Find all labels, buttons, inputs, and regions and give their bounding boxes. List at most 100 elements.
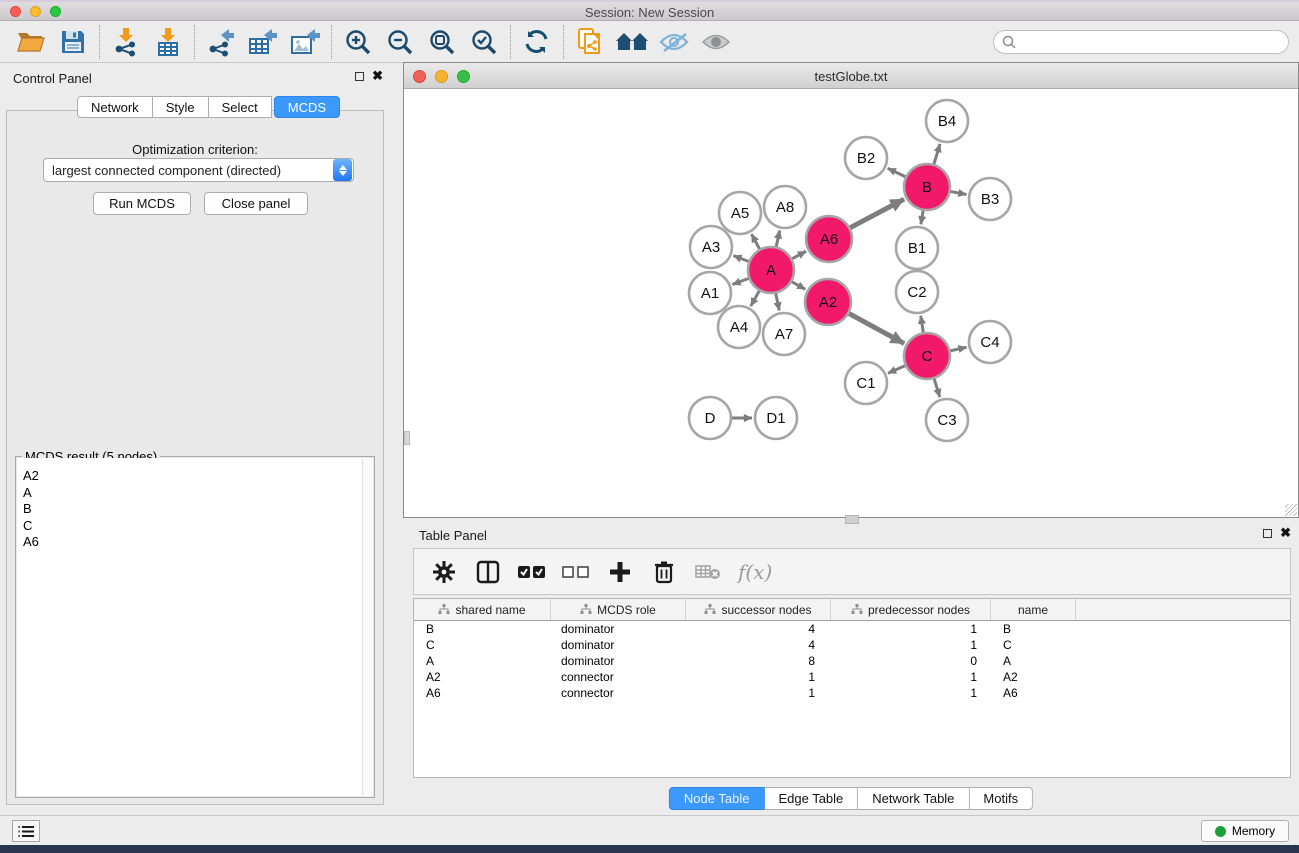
node-B1[interactable]: B1 <box>896 227 938 269</box>
delete-table-icon[interactable] <box>690 554 726 590</box>
table-row[interactable]: A6connector11A6 <box>414 685 1290 701</box>
node-B3[interactable]: B3 <box>969 178 1011 220</box>
table-cell[interactable]: dominator <box>551 621 686 637</box>
table-cell[interactable]: A <box>414 653 551 669</box>
tab-motifs[interactable]: Motifs <box>969 787 1033 810</box>
edge-A-A8[interactable] <box>776 230 780 247</box>
search-input[interactable] <box>1021 35 1280 49</box>
table-cell[interactable]: A <box>991 653 1076 669</box>
column-header-successor-nodes[interactable]: successor nodes <box>686 599 831 620</box>
table-cell[interactable]: 0 <box>831 653 991 669</box>
table-cell[interactable]: 4 <box>686 637 831 653</box>
column-header-shared-name[interactable]: shared name <box>414 599 551 620</box>
table-cell[interactable]: 1 <box>686 669 831 685</box>
table-cell[interactable]: dominator <box>551 637 686 653</box>
result-scrollbar[interactable] <box>362 459 372 795</box>
tab-network[interactable]: Network <box>77 96 153 118</box>
table-row[interactable]: Adominator80A <box>414 653 1290 669</box>
zoom-fit-icon[interactable] <box>421 24 463 60</box>
zoom-selected-icon[interactable] <box>463 24 505 60</box>
table-cell[interactable]: connector <box>551 685 686 701</box>
network-window-titlebar[interactable]: testGlobe.txt <box>404 63 1298 89</box>
table-cell[interactable]: A6 <box>414 685 551 701</box>
node-C2[interactable]: C2 <box>896 271 938 313</box>
tab-node-table[interactable]: Node Table <box>669 787 765 810</box>
network-canvas[interactable]: B4B2BB3A5A8A6B1A3AC2A1A2A4A7C4CC1C3DD1 <box>404 89 1298 517</box>
node-C1[interactable]: C1 <box>845 362 887 404</box>
node-A7[interactable]: A7 <box>763 313 805 355</box>
node-C4[interactable]: C4 <box>969 321 1011 363</box>
table-cell[interactable]: dominator <box>551 653 686 669</box>
horizontal-splitter-handle[interactable] <box>845 515 859 524</box>
node-B4[interactable]: B4 <box>926 100 968 142</box>
node-B[interactable]: B <box>904 164 950 210</box>
column-header-name[interactable]: name <box>991 599 1076 620</box>
table-cell[interactable]: C <box>414 637 551 653</box>
edge-B-B4[interactable] <box>934 144 940 165</box>
search-field[interactable] <box>993 30 1289 54</box>
node-A4[interactable]: A4 <box>718 306 760 348</box>
close-panel-icon[interactable]: ✖ <box>372 71 383 81</box>
node-A[interactable]: A <box>748 247 794 293</box>
run-mcds-button[interactable]: Run MCDS <box>93 192 191 215</box>
tab-mcds[interactable]: MCDS <box>274 96 340 118</box>
zoom-out-icon[interactable] <box>379 24 421 60</box>
tab-edge-table[interactable]: Edge Table <box>764 787 858 810</box>
split-view-icon[interactable] <box>470 554 506 590</box>
edge-A2-C[interactable] <box>848 313 904 344</box>
edge-A-A5[interactable] <box>751 234 760 250</box>
tab-style[interactable]: Style <box>153 96 209 118</box>
tab-select[interactable]: Select <box>209 96 272 118</box>
edge-A-A7[interactable] <box>776 293 780 311</box>
settings-gear-icon[interactable] <box>426 554 462 590</box>
table-cell[interactable]: connector <box>551 669 686 685</box>
mcds-result-item[interactable]: B <box>23 501 373 518</box>
mcds-result-list[interactable]: A2ABCA6 <box>17 458 373 551</box>
node-A6[interactable]: A6 <box>806 216 852 262</box>
edge-A-A1[interactable] <box>732 278 749 284</box>
refresh-view-icon[interactable] <box>516 24 558 60</box>
edge-B-B1[interactable] <box>921 210 923 225</box>
table-cell[interactable]: 1 <box>831 637 991 653</box>
close-panel-button[interactable]: Close panel <box>204 192 308 215</box>
delete-column-icon[interactable] <box>646 554 682 590</box>
optimization-criterion-select[interactable]: largest connected component (directed) <box>43 158 354 182</box>
table-cell[interactable]: B <box>414 621 551 637</box>
clone-network-icon[interactable] <box>569 24 611 60</box>
node-A8[interactable]: A8 <box>764 186 806 228</box>
save-session-icon[interactable] <box>52 24 94 60</box>
node-A5[interactable]: A5 <box>719 192 761 234</box>
export-table-icon[interactable] <box>242 24 284 60</box>
mcds-result-item[interactable]: A2 <box>23 468 373 485</box>
edge-B-B2[interactable] <box>888 168 907 177</box>
float-panel-icon[interactable] <box>1263 529 1272 538</box>
column-header-MCDS-role[interactable]: MCDS role <box>551 599 686 620</box>
mcds-result-item[interactable]: A <box>23 485 373 502</box>
export-network-icon[interactable] <box>200 24 242 60</box>
node-B2[interactable]: B2 <box>845 137 887 179</box>
hide-selected-icon[interactable] <box>653 24 695 60</box>
node-C[interactable]: C <box>904 333 950 379</box>
export-image-icon[interactable] <box>284 24 326 60</box>
node-A1[interactable]: A1 <box>689 272 731 314</box>
table-row[interactable]: Cdominator41C <box>414 637 1290 653</box>
canvas-splitter-handle[interactable] <box>404 431 410 445</box>
table-cell[interactable]: 1 <box>686 685 831 701</box>
column-header-predecessor-nodes[interactable]: predecessor nodes <box>831 599 991 620</box>
mcds-result-item[interactable]: C <box>23 518 373 535</box>
table-cell[interactable]: A6 <box>991 685 1076 701</box>
edge-A6-B[interactable] <box>849 199 904 228</box>
table-row[interactable]: A2connector11A2 <box>414 669 1290 685</box>
function-builder-icon[interactable]: f(x) <box>738 560 772 584</box>
node-A3[interactable]: A3 <box>690 226 732 268</box>
edge-A-A4[interactable] <box>751 290 760 306</box>
task-history-button[interactable] <box>12 820 40 842</box>
table-cell[interactable]: 1 <box>831 621 991 637</box>
node-A2[interactable]: A2 <box>805 279 851 325</box>
edge-B-B3[interactable] <box>950 191 967 194</box>
table-cell[interactable]: 1 <box>831 669 991 685</box>
table-cell[interactable]: 1 <box>831 685 991 701</box>
node-D1[interactable]: D1 <box>755 397 797 439</box>
select-all-columns-icon[interactable] <box>514 554 550 590</box>
edge-C-C4[interactable] <box>949 347 966 351</box>
